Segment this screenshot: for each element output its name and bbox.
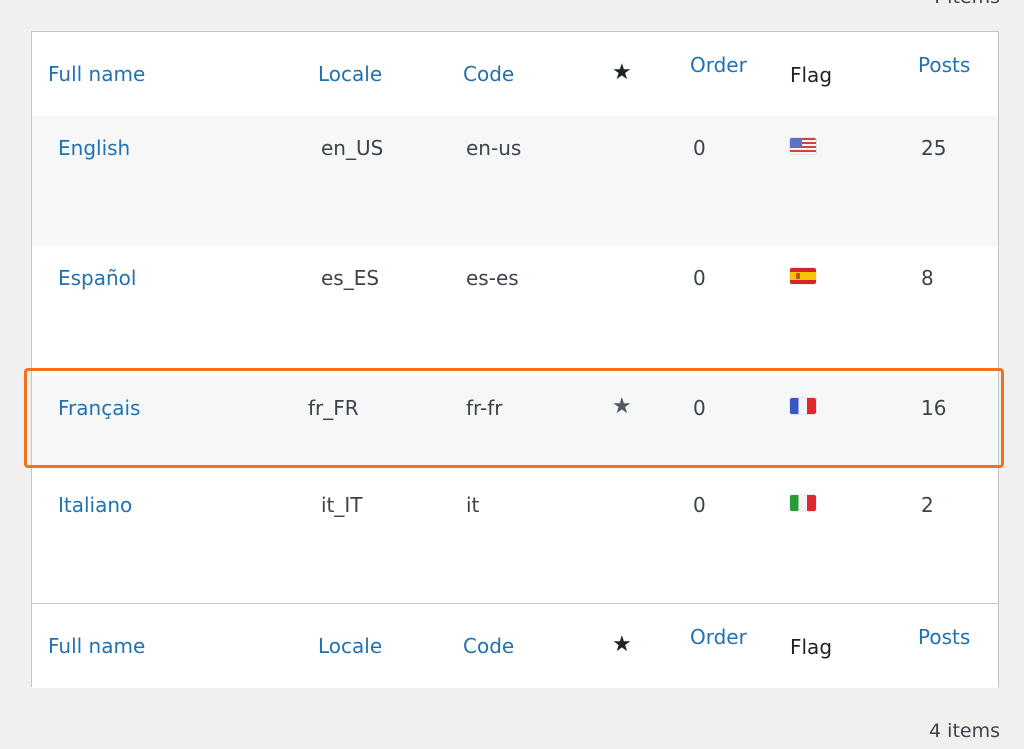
column-footer-flag: Flag — [790, 635, 833, 659]
code-value: fr-fr — [466, 396, 503, 420]
table-row: Español es_ES es-es 0 8 — [32, 246, 998, 376]
table-header: Full name Locale Code ★ Order Flag Posts — [32, 32, 998, 117]
table-row-default: Français fr_FR fr-fr ★ 0 16 — [32, 376, 998, 469]
it-flag-icon — [790, 495, 816, 511]
fr-flag-icon — [790, 398, 816, 414]
language-name-link[interactable]: Italiano — [58, 493, 132, 517]
column-footer-order[interactable]: Order — [690, 625, 747, 649]
locale-value: it_IT — [321, 493, 363, 517]
star-icon: ★ — [612, 60, 632, 85]
posts-count[interactable]: 25 — [921, 136, 946, 160]
column-header-code[interactable]: Code — [463, 62, 514, 86]
column-footer-full-name[interactable]: Full name — [48, 634, 145, 658]
items-count-top: 4 items — [929, 0, 1000, 8]
column-header-full-name[interactable]: Full name — [48, 62, 145, 86]
posts-count[interactable]: 2 — [921, 493, 934, 517]
language-name-link[interactable]: Français — [58, 396, 140, 420]
table-footer: Full name Locale Code ★ Order Flag Posts — [32, 603, 998, 688]
us-flag-icon — [790, 138, 816, 154]
default-star-icon[interactable]: ★ — [612, 394, 632, 419]
es-flag-icon — [790, 268, 816, 284]
languages-table: Full name Locale Code ★ Order Flag Posts… — [31, 31, 999, 688]
locale-value: fr_FR — [308, 396, 359, 420]
table-row: English en_US en-us 0 25 — [32, 116, 998, 246]
locale-value: en_US — [321, 136, 384, 160]
language-name-link[interactable]: Español — [58, 266, 136, 290]
column-footer-locale[interactable]: Locale — [318, 634, 382, 658]
column-header-posts[interactable]: Posts — [918, 53, 970, 77]
code-value: es-es — [466, 266, 519, 290]
column-header-locale[interactable]: Locale — [318, 62, 382, 86]
locale-value: es_ES — [321, 266, 380, 290]
code-value: it — [466, 493, 480, 517]
column-footer-code[interactable]: Code — [463, 634, 514, 658]
star-icon: ★ — [612, 632, 632, 657]
posts-count[interactable]: 16 — [921, 396, 946, 420]
order-value: 0 — [693, 396, 706, 420]
column-header-flag: Flag — [790, 63, 833, 87]
order-value: 0 — [693, 136, 706, 160]
order-value: 0 — [693, 493, 706, 517]
column-footer-posts[interactable]: Posts — [918, 625, 970, 649]
column-header-order[interactable]: Order — [690, 53, 747, 77]
code-value: en-us — [466, 136, 522, 160]
language-name-link[interactable]: English — [58, 136, 130, 160]
table-row: Italiano it_IT it 0 2 — [32, 469, 998, 603]
posts-count[interactable]: 8 — [921, 266, 934, 290]
items-count-bottom: 4 items — [929, 720, 1000, 742]
order-value: 0 — [693, 266, 706, 290]
